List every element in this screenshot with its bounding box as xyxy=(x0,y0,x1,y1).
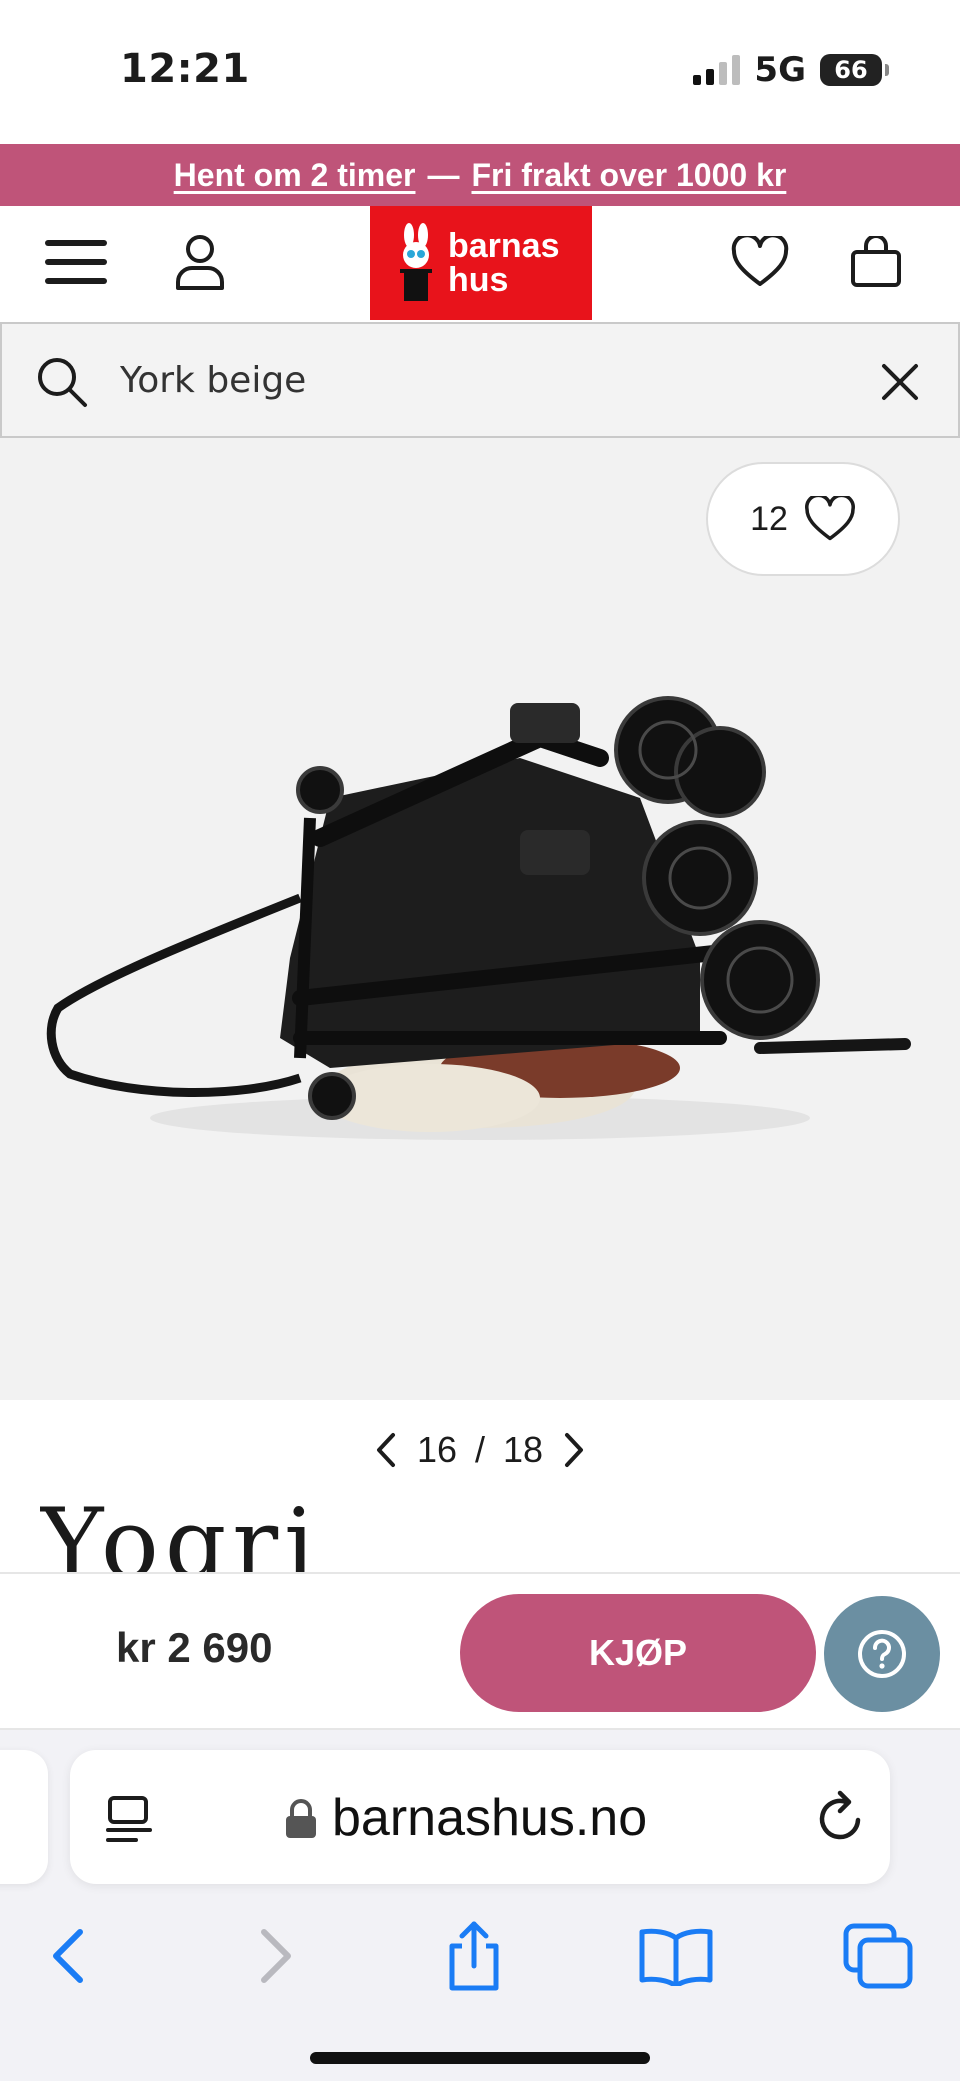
home-indicator xyxy=(310,2052,650,2064)
logo-line-2: hus xyxy=(448,261,509,299)
heart-icon xyxy=(804,496,855,541)
folded-stroller-image xyxy=(46,696,911,1140)
promo-banner: Hent om 2 timer — Fri frakt over 1000 kr xyxy=(0,144,960,206)
search-bar xyxy=(0,322,960,438)
question-icon xyxy=(858,1630,906,1678)
buy-button[interactable]: KJØP xyxy=(460,1594,816,1712)
account-icon[interactable] xyxy=(164,226,236,298)
menu-icon[interactable] xyxy=(40,226,112,298)
search-input[interactable] xyxy=(120,354,840,406)
favorite-count-button[interactable]: 12 xyxy=(706,462,900,576)
lock-icon xyxy=(284,1798,318,1844)
logo-line-1: barnas xyxy=(448,227,560,265)
url-text: barnashus.no xyxy=(332,1789,648,1847)
chevron-right-icon[interactable] xyxy=(561,1432,587,1468)
site-header: barnas hus xyxy=(0,206,960,320)
pickup-link[interactable]: Hent om 2 timer xyxy=(174,157,416,194)
forward-icon[interactable] xyxy=(236,1916,316,1996)
brand-name: Yogri xyxy=(40,1496,321,1572)
logo-wordmark: barnas hus xyxy=(448,229,560,297)
status-bar: 12:21 5G 66 xyxy=(0,0,960,144)
wishlist-heart-icon[interactable] xyxy=(724,226,796,298)
browser-bar: barnashus.no xyxy=(0,1730,960,2081)
status-time: 12:21 xyxy=(120,46,250,92)
back-icon[interactable] xyxy=(28,1916,108,1996)
pager-current: 16 xyxy=(416,1429,457,1470)
battery-icon: 66 xyxy=(820,54,889,86)
previous-tab[interactable] xyxy=(0,1750,48,1884)
pager-separator: / xyxy=(474,1429,485,1470)
clear-search-icon[interactable] xyxy=(880,362,920,406)
signal-icon xyxy=(693,55,741,85)
status-indicators: 5G 66 xyxy=(693,50,889,90)
address-bar[interactable]: barnashus.no xyxy=(70,1750,890,1884)
brand-logo[interactable]: Yogri xyxy=(40,1496,360,1572)
network-type: 5G xyxy=(754,50,806,90)
site-logo[interactable]: barnas hus xyxy=(370,206,592,320)
reload-icon[interactable] xyxy=(816,1790,866,1848)
page-menu-icon[interactable] xyxy=(104,1794,154,1848)
tabs-icon[interactable] xyxy=(838,1916,918,1996)
bunny-hat-icon xyxy=(400,223,432,301)
search-icon xyxy=(36,356,88,412)
browser-toolbar xyxy=(0,1898,960,2008)
bookmarks-icon[interactable] xyxy=(636,1916,716,1996)
shipping-link[interactable]: Fri frakt over 1000 kr xyxy=(471,157,786,194)
cart-bag-icon[interactable] xyxy=(840,226,912,298)
pager-total: 18 xyxy=(503,1429,544,1470)
chevron-left-icon[interactable] xyxy=(373,1432,399,1468)
buy-bar: kr 2 690 KJØP xyxy=(0,1572,960,1730)
help-button[interactable] xyxy=(824,1596,940,1712)
image-pager: 16 / 18 xyxy=(0,1400,960,1500)
promo-separator: — xyxy=(427,156,460,193)
favorite-count: 12 xyxy=(750,499,788,538)
share-icon[interactable] xyxy=(434,1916,514,1996)
battery-level: 66 xyxy=(834,56,868,84)
product-image[interactable]: 12 xyxy=(0,438,960,1400)
product-price: kr 2 690 xyxy=(116,1624,273,1671)
